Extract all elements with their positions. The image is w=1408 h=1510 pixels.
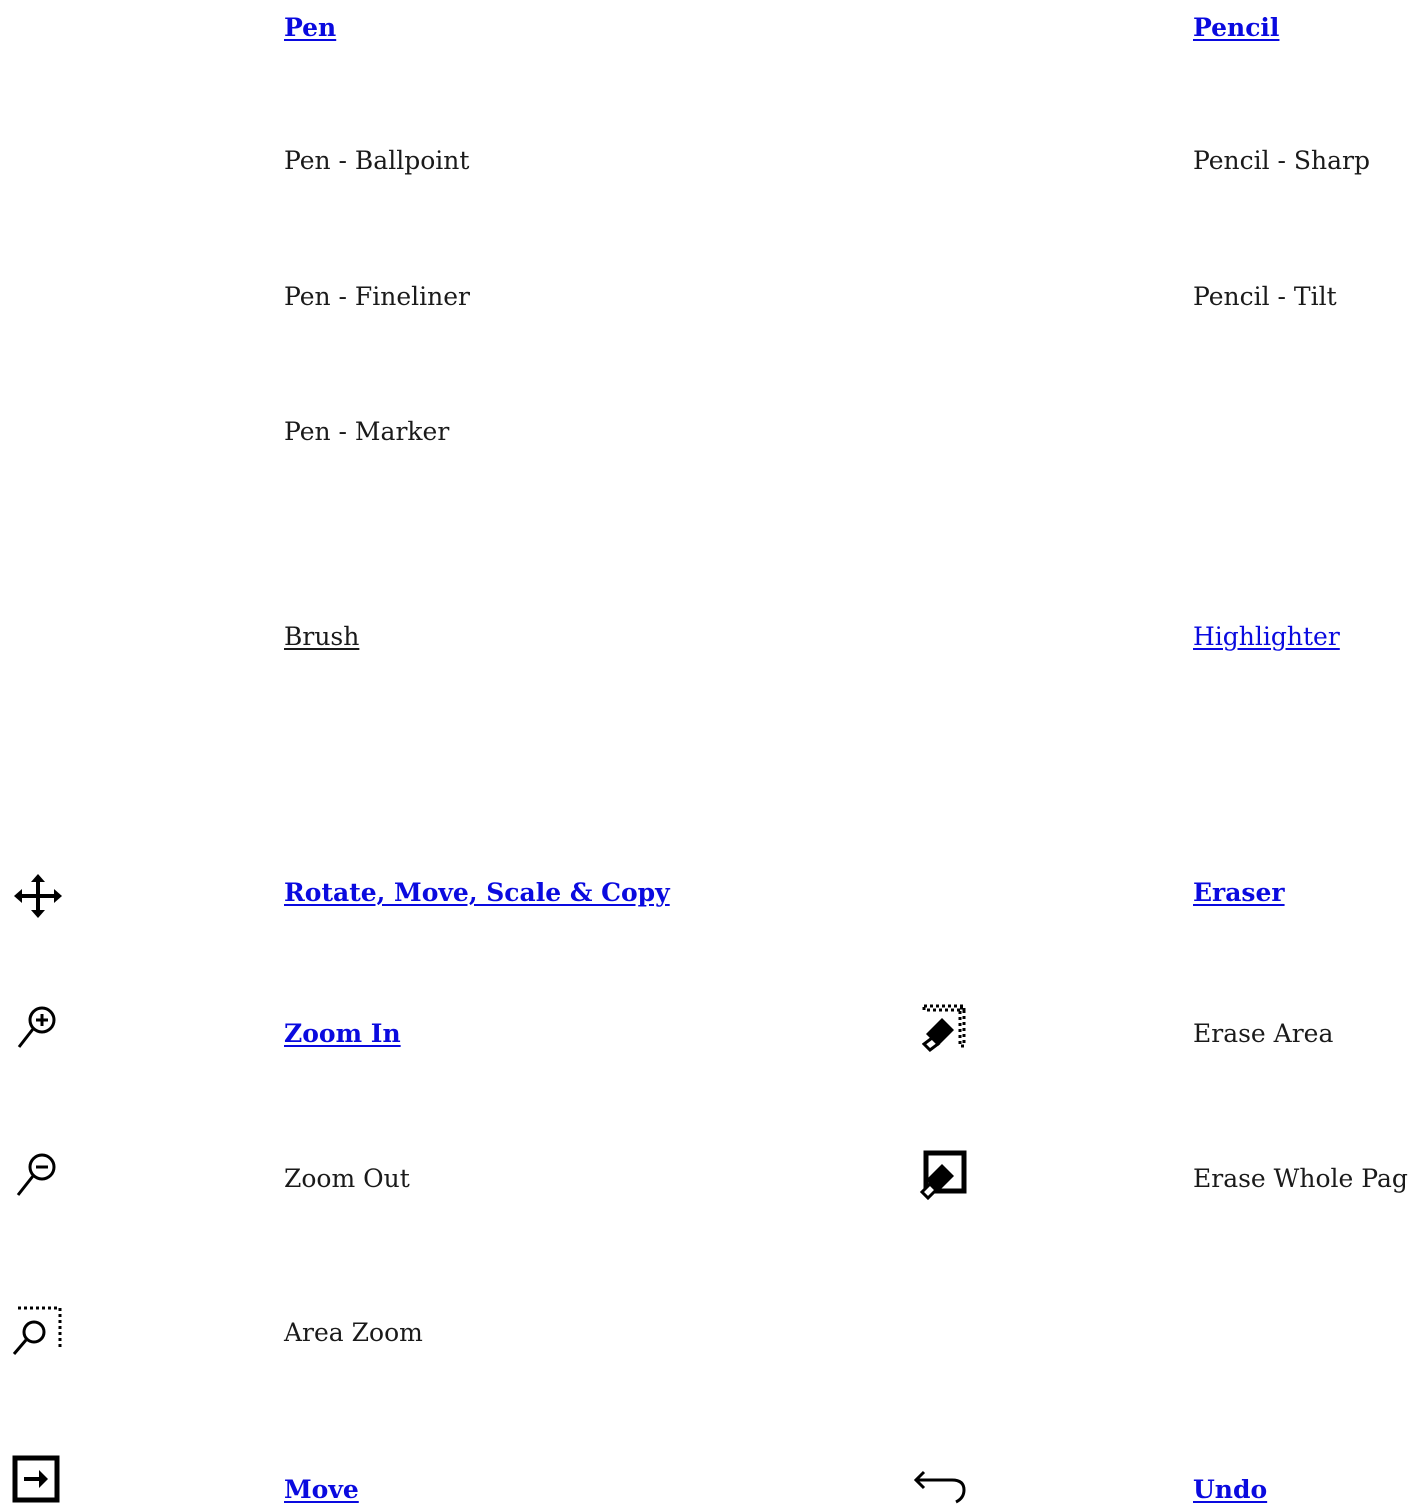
rotate-move-scale-copy-link[interactable]: Rotate, Move, Scale & Copy xyxy=(284,877,670,909)
zoom-in-icon xyxy=(17,1006,56,1048)
brush-link[interactable]: Brush xyxy=(284,621,359,653)
pencil-link[interactable]: Pencil xyxy=(1193,12,1279,44)
area-zoom-label: Area Zoom xyxy=(284,1318,423,1347)
highlighter-link[interactable]: Highlighter xyxy=(1193,621,1340,653)
pen-fineliner-label: Pen - Fineliner xyxy=(284,282,471,311)
undo-link[interactable]: Undo xyxy=(1193,1474,1267,1506)
erase-area-icon xyxy=(922,1004,966,1052)
pencil-sharp-label: Pencil - Sharp xyxy=(1193,146,1371,175)
pen-ballpoint-label: Pen - Ballpoint xyxy=(284,146,470,175)
move-arrows-icon xyxy=(14,874,62,918)
undo-icon xyxy=(913,1470,966,1504)
move-page-icon xyxy=(12,1455,60,1503)
zoom-out-label: Zoom Out xyxy=(284,1164,410,1193)
zoom-in-link[interactable]: Zoom In xyxy=(284,1018,401,1050)
erase-page-icon xyxy=(919,1150,967,1201)
move-link[interactable]: Move xyxy=(284,1474,359,1506)
zoom-out-icon xyxy=(16,1153,56,1196)
area-zoom-icon xyxy=(12,1306,62,1355)
erase-area-label: Erase Area xyxy=(1193,1019,1334,1048)
pen-link[interactable]: Pen xyxy=(284,12,336,44)
pencil-tilt-label: Pencil - Tilt xyxy=(1193,282,1337,311)
eraser-link[interactable]: Eraser xyxy=(1193,877,1285,909)
pen-marker-label: Pen - Marker xyxy=(284,417,450,446)
erase-whole-page-label: Erase Whole Page xyxy=(1193,1164,1408,1193)
